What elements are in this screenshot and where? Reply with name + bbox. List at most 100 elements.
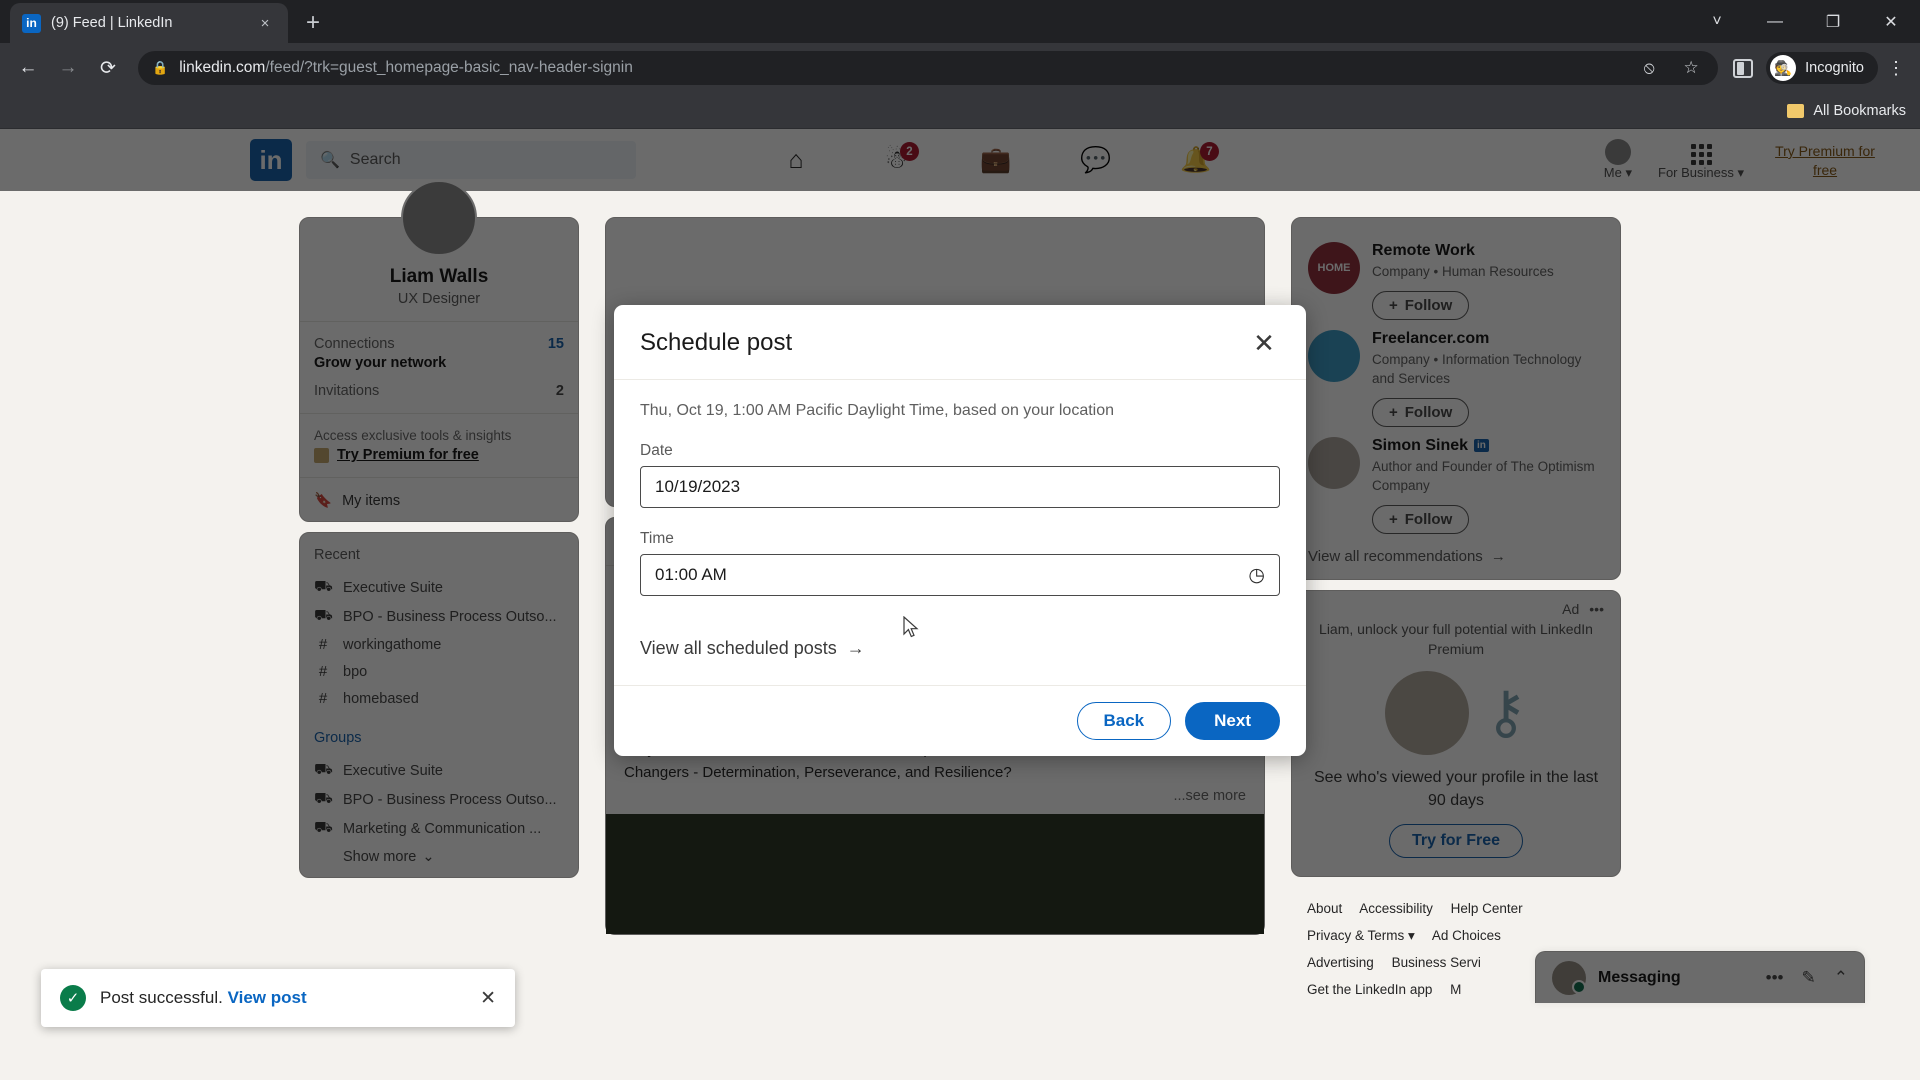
recommendation-subtitle: Author and Founder of The Optimism Compa… bbox=[1372, 458, 1595, 494]
company-logo[interactable] bbox=[1308, 329, 1360, 382]
nav-item-my-network[interactable]: ☃ 2 bbox=[846, 142, 946, 173]
forward-icon[interactable]: → bbox=[50, 50, 86, 86]
footer-link-ad-choices[interactable]: Ad Choices bbox=[1432, 928, 1501, 943]
tab-strip: in (9) Feed | LinkedIn × + ˅ — ❐ ✕ bbox=[0, 0, 1920, 43]
nav-item-messaging[interactable]: 💬 bbox=[1046, 147, 1146, 173]
linkedin-navbar: in 🔍 Search ⌂ ☃ 2 💼 💬 🔔 7 Me ▾ For Busin… bbox=[0, 129, 1920, 191]
address-bar[interactable]: 🔒 linkedin.com/feed/?trk=guest_homepage-… bbox=[138, 51, 1719, 85]
view-post-link[interactable]: View post bbox=[228, 988, 307, 1007]
nav-item-jobs[interactable]: 💼 bbox=[946, 147, 1046, 173]
profile-name: Liam Walls bbox=[389, 266, 489, 287]
post-image[interactable] bbox=[606, 814, 1264, 934]
time-input[interactable]: 01:00 AM ◷ bbox=[640, 554, 1280, 596]
view-all-recommendations-link[interactable]: View all recommendations → bbox=[1292, 534, 1620, 565]
linkedin-influencer-icon: in bbox=[1474, 439, 1489, 453]
clock-icon[interactable]: ◷ bbox=[1248, 564, 1265, 587]
nav-item-me[interactable]: Me ▾ bbox=[1604, 139, 1632, 181]
tab-search-icon[interactable]: ˅ bbox=[1688, 0, 1746, 43]
url-domain: linkedin.com bbox=[179, 59, 266, 76]
reload-icon[interactable]: ⟳ bbox=[90, 50, 126, 86]
group-item[interactable]: ⛟ BPO - Business Process Outso... bbox=[300, 785, 578, 814]
plus-icon: + bbox=[1389, 510, 1398, 528]
back-icon[interactable]: ← bbox=[10, 50, 46, 86]
follow-button[interactable]: + Follow bbox=[1372, 397, 1470, 427]
stat-invitations[interactable]: Invitations 2 bbox=[300, 383, 578, 399]
grow-network-link[interactable]: Grow your network bbox=[300, 355, 578, 371]
close-icon[interactable]: ✕ bbox=[1248, 327, 1280, 359]
company-logo[interactable]: HOME bbox=[1308, 242, 1360, 294]
minimize-icon[interactable]: — bbox=[1746, 0, 1804, 43]
nav-item-notifications[interactable]: 🔔 7 bbox=[1146, 142, 1246, 173]
footer-link-help-center[interactable]: Help Center bbox=[1451, 901, 1523, 916]
group-item[interactable]: ⛟ Marketing & Communication ... bbox=[300, 814, 578, 843]
recent-item-label: workingathome bbox=[343, 636, 442, 653]
for-business-label: For Business ▾ bbox=[1658, 165, 1744, 180]
show-more-button[interactable]: Show more ⌄ bbox=[300, 843, 578, 865]
plus-icon: + bbox=[1389, 403, 1398, 421]
toast-close-icon[interactable]: ✕ bbox=[480, 987, 496, 1010]
incognito-profile-button[interactable]: 🕵 Incognito bbox=[1766, 52, 1878, 84]
follow-button[interactable]: + Follow bbox=[1372, 504, 1470, 534]
try-premium-nav-link[interactable]: Try Premium for free bbox=[1770, 142, 1880, 181]
footer-link-accessibility[interactable]: Accessibility bbox=[1359, 901, 1433, 916]
nav-item-home[interactable]: ⌂ bbox=[746, 147, 846, 173]
profile-avatar[interactable] bbox=[401, 180, 477, 256]
footer-link-about[interactable]: About bbox=[1307, 901, 1342, 916]
nav-item-for-business[interactable]: For Business ▾ bbox=[1658, 144, 1744, 181]
new-tab-button[interactable]: + bbox=[296, 6, 330, 40]
maximize-icon[interactable]: ❐ bbox=[1804, 0, 1862, 43]
try-premium-link[interactable]: Try Premium for free bbox=[314, 447, 564, 463]
recent-item[interactable]: ⛟ BPO - Business Process Outso... bbox=[300, 602, 578, 631]
tracking-protection-icon[interactable]: ⦸ bbox=[1636, 55, 1662, 81]
recent-item[interactable]: # homebased bbox=[300, 685, 578, 712]
messaging-bar[interactable]: Messaging ••• ✎ ⌃ bbox=[1535, 951, 1865, 1004]
browser-tab[interactable]: in (9) Feed | LinkedIn × bbox=[10, 3, 288, 43]
follow-button[interactable]: + Follow bbox=[1372, 290, 1470, 320]
view-all-scheduled-posts-link[interactable]: View all scheduled posts → bbox=[640, 638, 1280, 659]
my-items-link[interactable]: 🔖 My items bbox=[300, 492, 578, 510]
footer-link-advertising[interactable]: Advertising bbox=[1307, 955, 1374, 970]
expand-messaging-icon[interactable]: ⌃ bbox=[1834, 968, 1848, 988]
try-for-free-button[interactable]: Try for Free bbox=[1388, 824, 1524, 859]
bookmark-star-icon[interactable]: ☆ bbox=[1678, 55, 1704, 81]
footer-link-privacy-terms[interactable]: Privacy & Terms ▾ bbox=[1307, 928, 1415, 943]
messaging-more-icon[interactable]: ••• bbox=[1766, 968, 1784, 988]
recommendation-name[interactable]: Remote Work bbox=[1372, 242, 1554, 260]
recommendation-name[interactable]: Simon Sinek in bbox=[1372, 437, 1604, 455]
all-bookmarks-label[interactable]: All Bookmarks bbox=[1813, 103, 1906, 119]
next-button[interactable]: Next bbox=[1185, 702, 1280, 740]
recent-item[interactable]: ⛟ Executive Suite bbox=[300, 573, 578, 602]
compose-message-icon[interactable]: ✎ bbox=[1802, 968, 1816, 988]
close-window-icon[interactable]: ✕ bbox=[1862, 0, 1920, 43]
modal-body: Thu, Oct 19, 1:00 AM Pacific Daylight Ti… bbox=[614, 380, 1306, 685]
footer-link-more[interactable]: M bbox=[1450, 982, 1461, 997]
page-content: in 🔍 Search ⌂ ☃ 2 💼 💬 🔔 7 Me ▾ For Busin… bbox=[0, 129, 1920, 1080]
timezone-note: Thu, Oct 19, 1:00 AM Pacific Daylight Ti… bbox=[640, 402, 1115, 419]
linkedin-logo-icon[interactable]: in bbox=[250, 139, 292, 181]
group-item-label: BPO - Business Process Outso... bbox=[343, 791, 557, 808]
back-button[interactable]: Back bbox=[1076, 702, 1172, 740]
modal-footer: Back Next bbox=[614, 685, 1306, 756]
avatar bbox=[1604, 139, 1631, 165]
browser-menu-icon[interactable]: ⋮ bbox=[1882, 58, 1910, 79]
toast-text: Post successful. bbox=[100, 988, 223, 1007]
person-avatar[interactable] bbox=[1308, 436, 1360, 489]
recent-item-label: bpo bbox=[343, 663, 368, 680]
group-icon: ⛟ bbox=[314, 790, 333, 807]
footer-link-business-services[interactable]: Business Servi bbox=[1392, 955, 1481, 970]
recent-item[interactable]: # bpo bbox=[300, 658, 578, 685]
recent-item[interactable]: # workingathome bbox=[300, 631, 578, 658]
footer-link-get-app[interactable]: Get the LinkedIn app bbox=[1307, 982, 1432, 997]
date-input[interactable]: 10/19/2023 bbox=[640, 466, 1280, 508]
stat-connections[interactable]: Connections 15 bbox=[300, 336, 578, 352]
group-item[interactable]: ⛟ Executive Suite bbox=[300, 756, 578, 785]
tab-close-icon[interactable]: × bbox=[254, 12, 276, 34]
see-more-link[interactable]: ...see more bbox=[624, 788, 1246, 804]
ad-menu-icon[interactable]: ••• bbox=[1589, 601, 1604, 617]
stat-label: Invitations bbox=[314, 383, 380, 399]
date-label: Date bbox=[640, 442, 673, 459]
ad-visual: ⚷ bbox=[1308, 671, 1604, 756]
search-input[interactable]: 🔍 Search bbox=[306, 141, 636, 179]
recommendation-name[interactable]: Freelancer.com bbox=[1372, 330, 1604, 348]
side-panel-icon[interactable] bbox=[1730, 55, 1756, 81]
